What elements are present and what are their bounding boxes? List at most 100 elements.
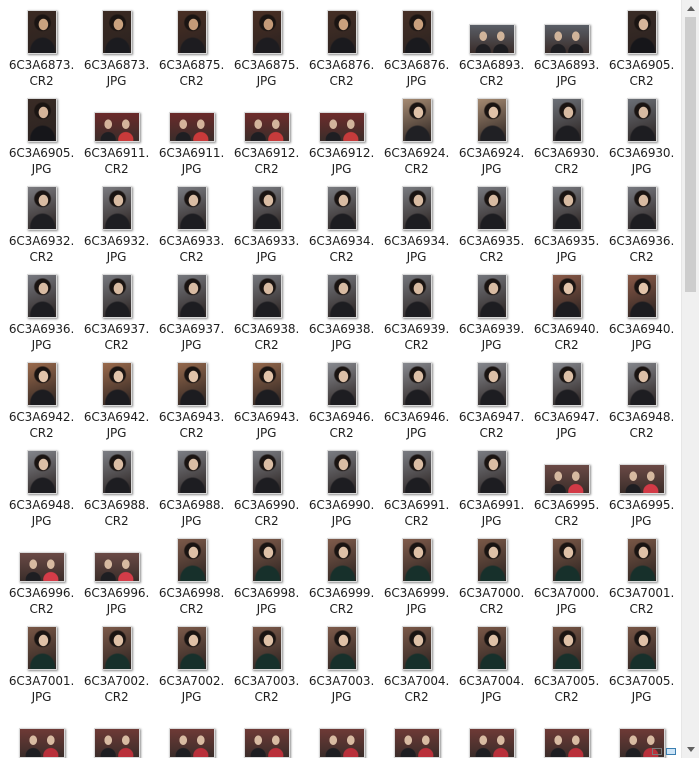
file-item[interactable]: 6C3A6939. JPG (454, 264, 529, 352)
file-item[interactable]: 6C3A6876. JPG (379, 0, 454, 88)
file-item[interactable]: 6C3A6995. JPG (604, 440, 679, 528)
scroll-thumb[interactable] (685, 17, 696, 292)
file-item[interactable]: 6C3A7001. JPG (4, 616, 79, 704)
file-name-extension: JPG (31, 162, 52, 176)
scroll-down-button[interactable] (682, 741, 699, 758)
file-item[interactable]: 6C3A6939. CR2 (379, 264, 454, 352)
file-item[interactable]: 6C3A6873. CR2 (4, 0, 79, 88)
file-item[interactable]: 6C3A6930. CR2 (529, 88, 604, 176)
file-item[interactable] (454, 704, 529, 758)
file-name-extension: CR2 (404, 162, 429, 176)
file-item[interactable]: 6C3A6998. CR2 (154, 528, 229, 616)
file-item[interactable]: 6C3A6942. JPG (79, 352, 154, 440)
file-item[interactable]: 6C3A6999. CR2 (304, 528, 379, 616)
file-item[interactable]: 6C3A6875. CR2 (154, 0, 229, 88)
file-item[interactable]: 6C3A6988. JPG (154, 440, 229, 528)
file-item[interactable]: 6C3A6933. JPG (229, 176, 304, 264)
file-name-stem: 6C3A6930. (533, 146, 600, 160)
file-item[interactable]: 6C3A6942. CR2 (4, 352, 79, 440)
file-item[interactable] (229, 704, 304, 758)
file-item[interactable]: 6C3A7004. CR2 (379, 616, 454, 704)
file-item[interactable]: 6C3A7002. CR2 (79, 616, 154, 704)
file-item[interactable]: 6C3A6996. CR2 (4, 528, 79, 616)
photo-thumbnail (552, 186, 582, 230)
file-item[interactable]: 6C3A6938. JPG (304, 264, 379, 352)
file-item[interactable]: 6C3A6943. JPG (229, 352, 304, 440)
file-item[interactable]: 6C3A6935. CR2 (454, 176, 529, 264)
file-item[interactable]: 6C3A6911. JPG (154, 88, 229, 176)
file-item[interactable]: 6C3A6947. JPG (529, 352, 604, 440)
file-item[interactable]: 6C3A6940. JPG (604, 264, 679, 352)
file-item[interactable]: 6C3A6998. JPG (229, 528, 304, 616)
file-item[interactable]: 6C3A6905. CR2 (604, 0, 679, 88)
file-item[interactable]: 6C3A6988. CR2 (79, 440, 154, 528)
file-name-stem: 6C3A6990. (308, 498, 375, 512)
file-item[interactable] (529, 704, 604, 758)
file-item[interactable]: 6C3A6936. JPG (4, 264, 79, 352)
file-item[interactable]: 6C3A6876. CR2 (304, 0, 379, 88)
file-item[interactable]: 6C3A7001. CR2 (604, 528, 679, 616)
details-view-icon[interactable] (652, 748, 662, 755)
file-item[interactable]: 6C3A6930. JPG (604, 88, 679, 176)
file-item[interactable]: 6C3A6905. JPG (4, 88, 79, 176)
file-item[interactable]: 6C3A6875. JPG (229, 0, 304, 88)
file-item[interactable]: 6C3A6911. CR2 (79, 88, 154, 176)
file-item[interactable]: 6C3A6873. JPG (79, 0, 154, 88)
file-item[interactable]: 6C3A7003. CR2 (229, 616, 304, 704)
file-item[interactable]: 6C3A7005. CR2 (529, 616, 604, 704)
file-item[interactable]: 6C3A6937. JPG (154, 264, 229, 352)
file-item[interactable]: 6C3A6933. CR2 (154, 176, 229, 264)
file-item[interactable]: 6C3A6893. CR2 (454, 0, 529, 88)
file-item[interactable]: 6C3A7002. JPG (154, 616, 229, 704)
file-name-stem: 6C3A6893. (533, 58, 600, 72)
file-item[interactable]: 6C3A6940. CR2 (529, 264, 604, 352)
file-item[interactable]: 6C3A6936. CR2 (604, 176, 679, 264)
file-item[interactable]: 6C3A6948. JPG (4, 440, 79, 528)
file-item[interactable]: 6C3A6932. JPG (79, 176, 154, 264)
file-item[interactable]: 6C3A6893. JPG (529, 0, 604, 88)
file-item[interactable] (4, 704, 79, 758)
file-item[interactable]: 6C3A7000. JPG (529, 528, 604, 616)
photo-thumbnail (402, 450, 432, 494)
file-item[interactable]: 6C3A7004. JPG (454, 616, 529, 704)
file-item[interactable]: 6C3A7000. CR2 (454, 528, 529, 616)
scroll-up-button[interactable] (682, 0, 699, 17)
file-item[interactable]: 6C3A6995. CR2 (529, 440, 604, 528)
file-item[interactable]: 6C3A6912. JPG (304, 88, 379, 176)
file-name-extension: JPG (331, 690, 352, 704)
photo-thumbnail (327, 274, 357, 318)
file-item[interactable]: 6C3A6946. CR2 (304, 352, 379, 440)
file-item[interactable]: 6C3A6991. CR2 (379, 440, 454, 528)
file-item[interactable]: 6C3A6935. JPG (529, 176, 604, 264)
file-item[interactable]: 6C3A6924. JPG (454, 88, 529, 176)
file-item[interactable]: 6C3A6912. CR2 (229, 88, 304, 176)
file-item[interactable]: 6C3A6990. CR2 (229, 440, 304, 528)
file-item[interactable]: 6C3A6990. JPG (304, 440, 379, 528)
file-item[interactable]: 6C3A6938. CR2 (229, 264, 304, 352)
file-item[interactable]: 6C3A6948. CR2 (604, 352, 679, 440)
file-item[interactable]: 6C3A7005. JPG (604, 616, 679, 704)
file-item[interactable]: 6C3A6947. CR2 (454, 352, 529, 440)
file-item[interactable] (379, 704, 454, 758)
file-name-extension: JPG (556, 250, 577, 264)
file-item[interactable]: 6C3A6996. JPG (79, 528, 154, 616)
file-name: 6C3A6912. JPG (304, 145, 379, 177)
file-item[interactable]: 6C3A6934. CR2 (304, 176, 379, 264)
file-item[interactable] (304, 704, 379, 758)
file-item[interactable]: 6C3A6932. CR2 (4, 176, 79, 264)
file-item[interactable]: 6C3A6924. CR2 (379, 88, 454, 176)
photo-thumbnail (102, 362, 132, 406)
file-item[interactable]: 6C3A6934. JPG (379, 176, 454, 264)
file-item[interactable]: 6C3A6937. CR2 (79, 264, 154, 352)
photo-thumbnail (102, 450, 132, 494)
file-item[interactable]: 6C3A6999. JPG (379, 528, 454, 616)
large-icons-view-icon[interactable] (666, 748, 676, 755)
file-item[interactable]: 6C3A6991. JPG (454, 440, 529, 528)
file-item[interactable] (154, 704, 229, 758)
vertical-scrollbar[interactable] (681, 0, 699, 758)
file-item[interactable] (79, 704, 154, 758)
file-item[interactable]: 6C3A6943. CR2 (154, 352, 229, 440)
file-item[interactable]: 6C3A6946. JPG (379, 352, 454, 440)
file-item[interactable]: 6C3A7003. JPG (304, 616, 379, 704)
photo-thumbnail (102, 10, 132, 54)
